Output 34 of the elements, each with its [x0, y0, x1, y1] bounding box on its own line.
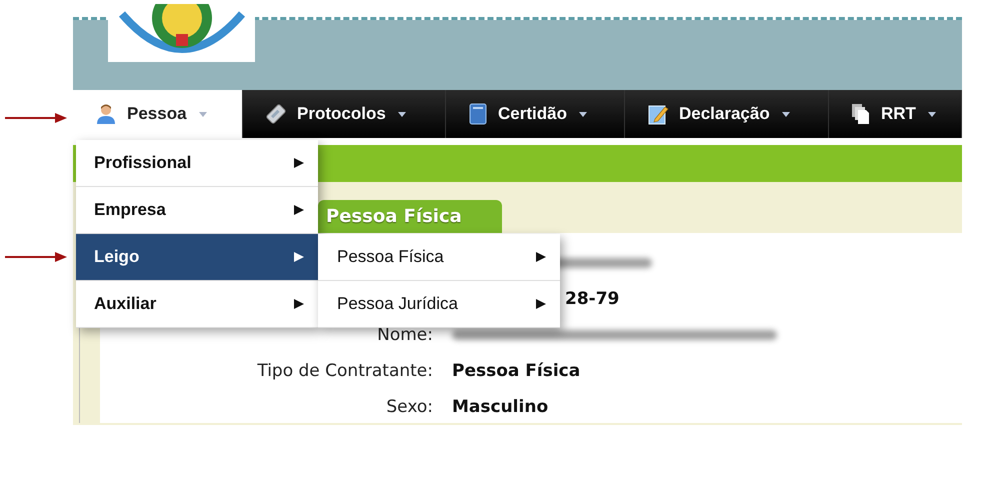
menu-item[interactable]: Auxiliar [76, 281, 318, 328]
field-label: Sexo: [385, 397, 433, 417]
menu-item[interactable]: Pessoa Jurídica [318, 281, 560, 328]
book-icon [468, 103, 488, 125]
submenu-arrow-icon [294, 252, 304, 262]
nav-menu-item[interactable]: Pessoa [73, 90, 243, 138]
menu-item[interactable]: Profissional [76, 140, 318, 187]
menu-item[interactable]: Empresa [76, 187, 318, 234]
field-value: 28-79 [565, 289, 620, 309]
caret-icon [782, 112, 790, 116]
nav-menu-item[interactable]: Certidão [446, 90, 625, 138]
field-label: Tipo de Contratante: [256, 361, 433, 381]
submenu-arrow-icon [294, 299, 304, 309]
nav-menu-item[interactable]: RRT [829, 90, 962, 138]
caret-icon [398, 112, 406, 116]
copies-icon [851, 103, 871, 125]
caret-icon [198, 112, 207, 116]
nav-menu-item[interactable]: Protocolos [243, 90, 446, 138]
submenu-arrow-icon [536, 299, 546, 309]
annotation-arrow [5, 251, 67, 263]
annotation-arrow [5, 112, 67, 124]
submenu-arrow-icon [294, 158, 304, 168]
menu-item[interactable]: Pessoa Física [318, 234, 560, 281]
submenu-arrow-icon [294, 205, 304, 215]
person-icon [95, 103, 117, 125]
field-value: Masculino [452, 397, 548, 417]
menu-item[interactable]: Leigo [76, 234, 318, 281]
field-value: Pessoa Física [452, 361, 580, 381]
caret-icon [928, 112, 936, 116]
caret-icon [578, 112, 587, 116]
nav-menu-item[interactable]: Declaração [625, 90, 829, 138]
field-label: Nome: [376, 325, 433, 345]
submenu-arrow-icon [536, 252, 546, 262]
notepad-pencil-icon [647, 103, 669, 125]
